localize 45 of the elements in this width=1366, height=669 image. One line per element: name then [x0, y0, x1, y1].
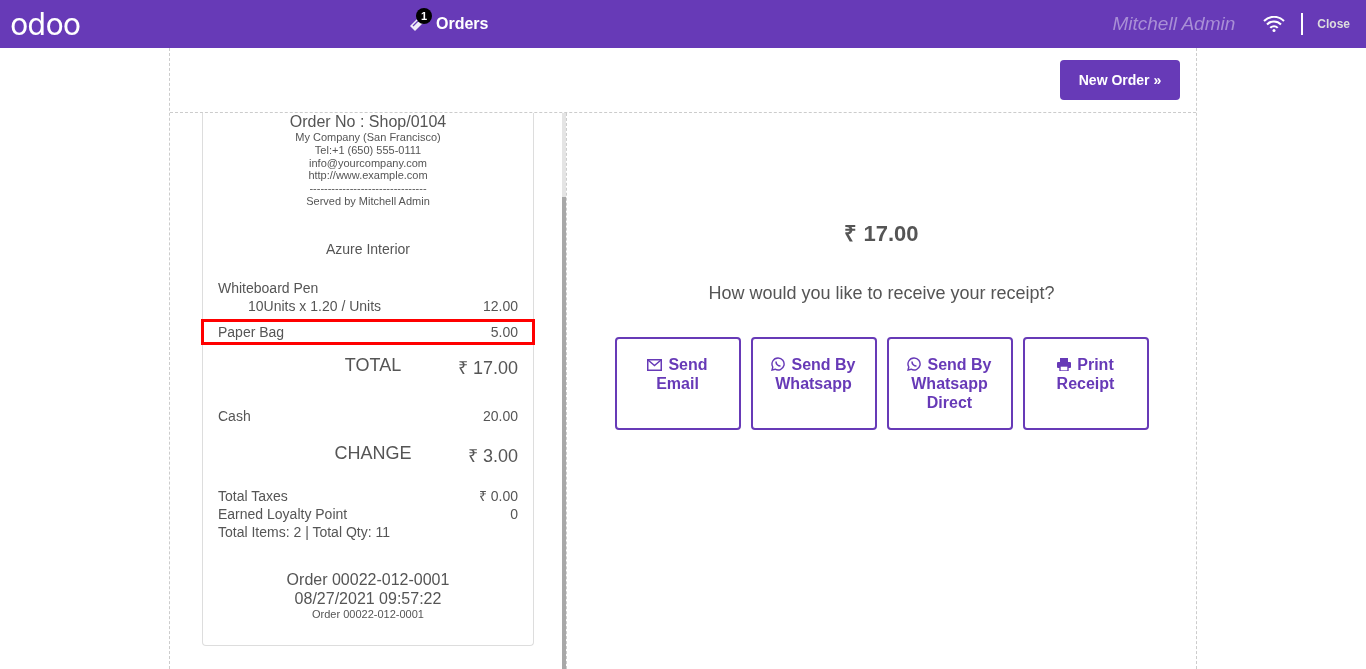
close-button[interactable]: Close — [1317, 17, 1350, 31]
summary-label: Total Items: 2 | Total Qty: 11 — [218, 523, 390, 542]
printer-icon — [1057, 358, 1072, 371]
orders-tab[interactable]: Orders — [436, 15, 489, 33]
order-count-badge: 1 — [416, 8, 432, 24]
total-label: TOTAL — [343, 355, 403, 378]
company-info: My Company (San Francisco) — [294, 131, 442, 145]
order-reference: Order 00022-012-0001 — [285, 571, 451, 590]
product-name: Paper Bag — [218, 323, 285, 342]
summary-value: 0 — [510, 505, 518, 524]
order-number: Order No : Shop/0104 — [288, 113, 448, 132]
company-info: info@yourcompany.com — [308, 156, 428, 170]
receipt-option-button[interactable]: Send By Whatsapp Direct — [886, 337, 1013, 430]
customer-name: Azure Interior — [324, 241, 411, 258]
company-info: Served by Mitchell Admin — [305, 194, 431, 208]
new-order-button[interactable]: New Order » — [1060, 60, 1180, 100]
total-amount: ₹ 17.00 — [844, 220, 919, 247]
change-label: CHANGE — [333, 443, 413, 466]
scrollbar-thumb[interactable] — [562, 197, 566, 669]
total-amount: ₹ 17.00 — [457, 357, 518, 380]
company-info: Tel:+1 (650) 555-0111 — [313, 144, 423, 157]
receipt-question: How would you like to receive your receipt? — [708, 283, 1055, 304]
summary-value: ₹ 0.00 — [478, 487, 518, 506]
payment-amount: 20.00 — [482, 407, 518, 426]
brand-logo: odoo — [10, 6, 81, 42]
company-info: http://www.example.com — [307, 169, 429, 182]
order-reference: 08/27/2021 09:57:22 — [293, 589, 443, 609]
line-amount: 12.00 — [482, 297, 518, 316]
wifi-icon — [1263, 16, 1286, 32]
product-quantity: 10Units x 1.20 / Units — [248, 297, 382, 316]
change-amount: ₹ 3.00 — [467, 445, 518, 468]
user-name: Mitchell Admin — [1112, 13, 1236, 35]
receipt-option-button[interactable]: Send By Whatsapp — [750, 337, 877, 430]
receipt-option-button[interactable]: Send Email — [614, 337, 741, 430]
company-info: -------------------------------- — [308, 181, 428, 195]
payment-method: Cash — [218, 407, 251, 426]
summary-label: Total Taxes — [218, 487, 288, 506]
envelope-icon — [647, 359, 663, 371]
summary-label: Earned Loyalty Point — [218, 505, 348, 524]
receipt-option-button[interactable]: Print Receipt — [1022, 337, 1149, 430]
line-amount: 5.00 — [490, 323, 518, 342]
product-name: Whiteboard Pen — [218, 279, 319, 298]
whatsapp-icon — [771, 357, 786, 371]
order-reference: Order 00022-012-0001 — [311, 608, 425, 621]
whatsapp-icon — [907, 357, 922, 371]
